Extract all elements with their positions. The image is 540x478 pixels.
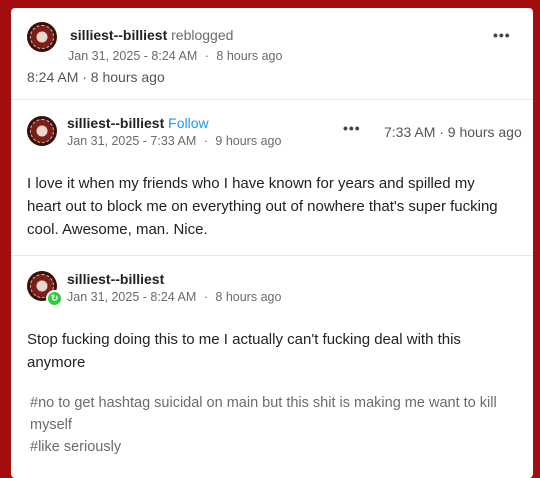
- more-options-icon[interactable]: •••: [493, 27, 511, 43]
- post-card: silliest--billiest reblogged Jan 31, 202…: [11, 8, 533, 478]
- timestamp-relative: 8 hours ago: [216, 49, 283, 63]
- post-username: silliest--billiest Follow: [67, 115, 209, 131]
- timestamp-relative: 8 hours ago: [215, 290, 282, 304]
- post-timestamp: Jan 31, 2025 - 7:33 AM · 9 hours ago: [67, 134, 281, 148]
- username-link[interactable]: silliest--billiest: [67, 271, 164, 287]
- more-options-icon[interactable]: •••: [343, 120, 361, 136]
- avatar[interactable]: [27, 116, 57, 146]
- meta-separator: ·: [203, 290, 208, 304]
- divider: [11, 255, 533, 256]
- timestamp-date[interactable]: Jan 31, 2025 - 8:24 AM: [68, 49, 197, 63]
- avatar-ring: [30, 119, 54, 143]
- meta-separator: ·: [203, 134, 208, 148]
- post-timestamp: Jan 31, 2025 - 8:24 AM · 8 hours ago: [67, 290, 281, 304]
- reblogged-label: reblogged: [171, 27, 234, 43]
- post-username: silliest--billiest: [67, 271, 164, 287]
- timestamp-date[interactable]: Jan 31, 2025 - 8:24 AM: [67, 290, 196, 304]
- username-link[interactable]: silliest--billiest: [67, 115, 164, 131]
- reblog-timestamp: Jan 31, 2025 - 8:24 AM · 8 hours ago: [68, 49, 282, 63]
- sync-icon: ↻: [46, 290, 63, 307]
- follow-button[interactable]: Follow: [168, 115, 208, 131]
- avatar-ring: [30, 25, 54, 49]
- post-body: I love it when my friends who I have kno…: [27, 175, 498, 238]
- post-body: Stop fucking doing this to me I actually…: [27, 331, 461, 371]
- timestamp-relative: 9 hours ago: [215, 134, 282, 148]
- tag[interactable]: #no to get hashtag suicidal on main but …: [30, 392, 510, 436]
- username-link[interactable]: silliest--billiest: [70, 27, 167, 43]
- tag-list: #no to get hashtag suicidal on main but …: [30, 392, 510, 458]
- post-time-right: 7:33 AM · 9 hours ago: [384, 124, 522, 140]
- divider: [11, 99, 533, 100]
- timestamp-date[interactable]: Jan 31, 2025 - 7:33 AM: [67, 134, 196, 148]
- avatar[interactable]: [27, 22, 57, 52]
- tag[interactable]: #like seriously: [30, 436, 510, 458]
- reblog-time-line: 8:24 AM · 8 hours ago: [27, 69, 165, 85]
- meta-separator: ·: [204, 49, 209, 63]
- reblog-username: silliest--billiest reblogged: [70, 27, 233, 43]
